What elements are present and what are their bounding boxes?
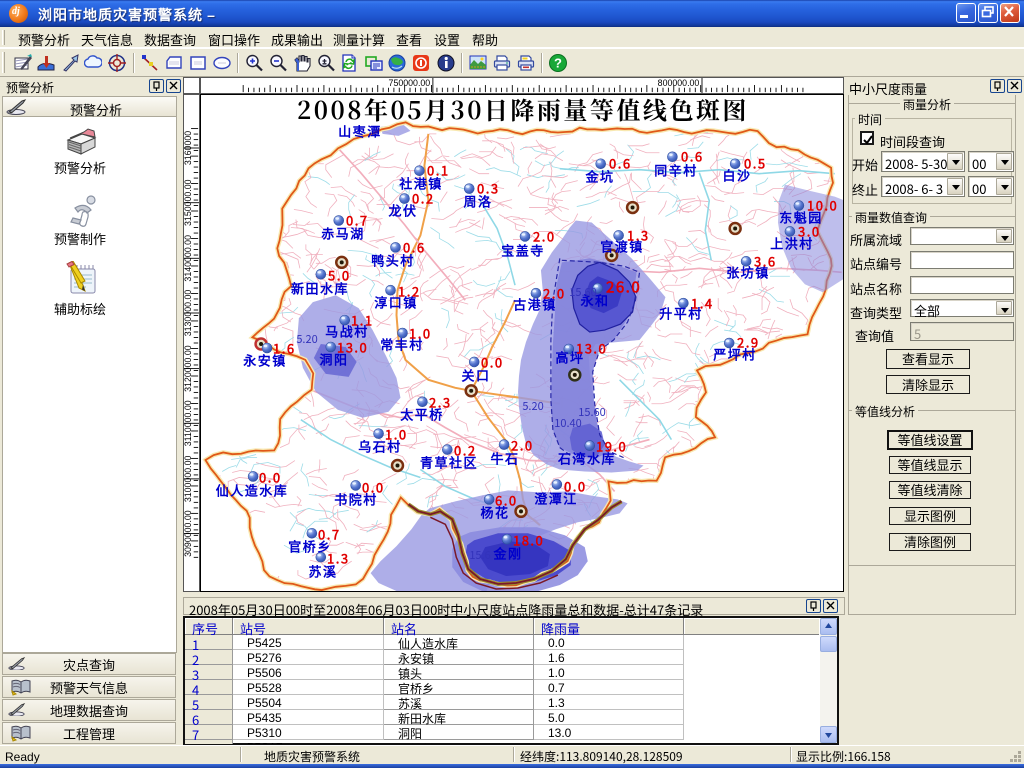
svg-text:3150000.00: 3150000.00: [183, 179, 193, 226]
svg-text:3130000.00: 3130000.00: [183, 290, 193, 337]
svg-text:3110000.00: 3110000.00: [183, 400, 193, 446]
svg-text:?: ?: [554, 56, 562, 71]
svg-text:750000.00: 750000.00: [389, 78, 431, 88]
svg-text:3120000.00: 3120000.00: [183, 345, 193, 392]
svg-text:3160000: 3160000: [183, 131, 193, 165]
svg-text:3090000.00: 3090000.00: [183, 510, 193, 557]
svg-text:3140000.00: 3140000.00: [183, 235, 193, 282]
svg-text:3100000.00: 3100000.00: [183, 456, 193, 503]
svg-text:800000.00: 800000.00: [658, 78, 700, 88]
